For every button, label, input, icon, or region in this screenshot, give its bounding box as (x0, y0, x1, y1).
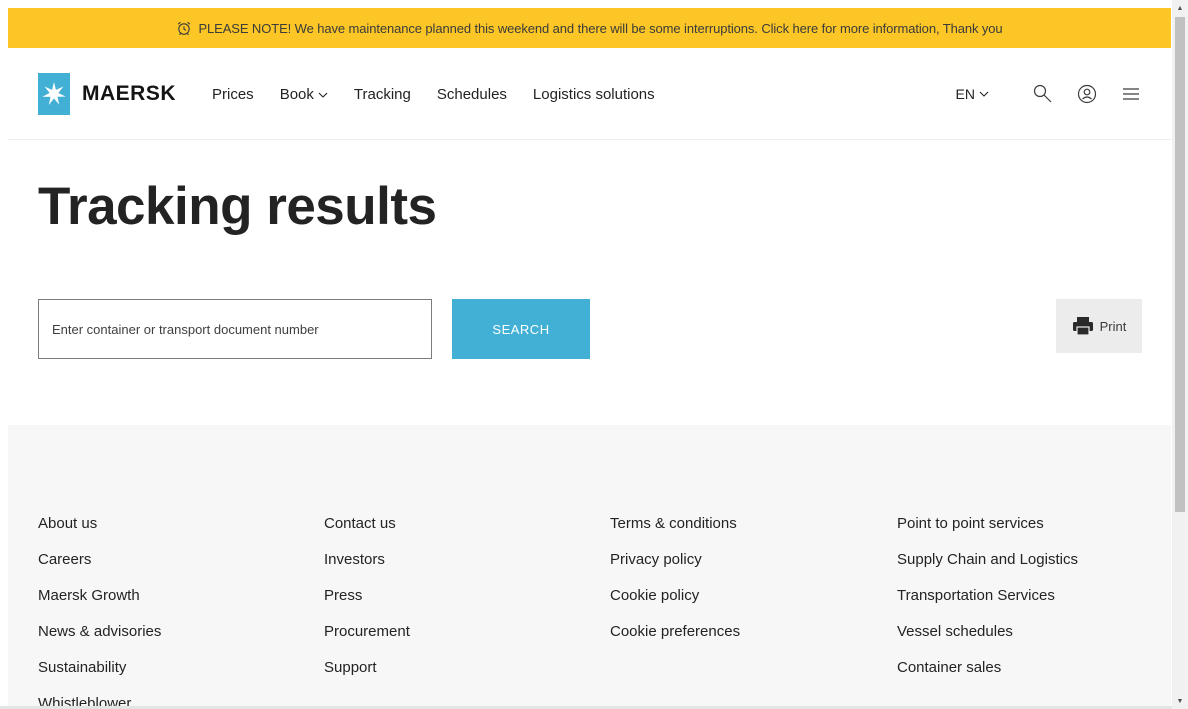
footer-link-maersk-growth[interactable]: Maersk Growth (38, 585, 161, 621)
footer-column-contact: Contact us Investors Press Procurement S… (324, 513, 410, 693)
scroll-down-arrow-icon[interactable]: ▼ (1172, 693, 1188, 709)
print-label: Print (1099, 318, 1127, 334)
footer-link-support[interactable]: Support (324, 657, 410, 693)
nav-schedules-label: Schedules (436, 86, 507, 103)
chevron-down-icon (979, 88, 989, 100)
language-selector[interactable]: EN (956, 86, 989, 102)
footer-link-procurement[interactable]: Procurement (324, 621, 410, 657)
footer-link-container-sales[interactable]: Container sales (897, 657, 1078, 693)
footer-link-careers[interactable]: Careers (38, 549, 161, 585)
chevron-down-icon (318, 89, 328, 101)
maintenance-banner[interactable]: PLEASE NOTE! We have maintenance planned… (8, 8, 1171, 48)
footer-link-investors[interactable]: Investors (324, 549, 410, 585)
footer-link-sustainability[interactable]: Sustainability (38, 657, 161, 693)
footer-link-privacy-policy[interactable]: Privacy policy (610, 549, 740, 585)
footer-link-cookie-policy[interactable]: Cookie policy (610, 585, 740, 621)
menu-icon[interactable] (1119, 82, 1143, 106)
footer-link-transportation[interactable]: Transportation Services (897, 585, 1078, 621)
language-label: EN (955, 86, 975, 102)
main-nav: Prices Book Tracking Schedules Logistics… (212, 86, 681, 103)
footer-link-supply-chain[interactable]: Supply Chain and Logistics (897, 549, 1078, 585)
user-icon[interactable] (1075, 82, 1099, 106)
page: PLEASE NOTE! We have maintenance planned… (0, 0, 1188, 709)
footer-link-terms-conditions[interactable]: Terms & conditions (610, 513, 740, 549)
nav-prices-label: Prices (212, 86, 254, 103)
site-footer: About us Careers Maersk Growth News & ad… (8, 425, 1171, 709)
footer-link-about-us[interactable]: About us (38, 513, 161, 549)
footer-link-news-advisories[interactable]: News & advisories (38, 621, 161, 657)
site-header: MAERSK Prices Book Tracking Schedules Lo… (8, 48, 1171, 140)
nav-tracking-label: Tracking (353, 86, 411, 103)
footer-link-point-to-point[interactable]: Point to point services (897, 513, 1078, 549)
nav-schedules[interactable]: Schedules (437, 86, 507, 103)
brand-name: MAERSK (82, 82, 177, 105)
footer-column-services: Point to point services Supply Chain and… (897, 513, 1078, 693)
maintenance-banner-text[interactable]: PLEASE NOTE! We have maintenance planned… (198, 21, 1002, 36)
maersk-logo[interactable]: MAERSK (38, 73, 176, 115)
scroll-up-arrow-icon[interactable]: ▲ (1172, 0, 1188, 16)
alarm-clock-icon (176, 20, 192, 36)
tracking-search-input[interactable] (38, 299, 432, 359)
nav-tracking[interactable]: Tracking (354, 86, 411, 103)
search-icon[interactable] (1031, 82, 1055, 106)
print-button[interactable]: Print (1056, 299, 1142, 353)
page-title: Tracking results (38, 177, 437, 236)
maersk-star-icon (38, 73, 70, 115)
scrollbar-thumb[interactable] (1175, 17, 1185, 512)
footer-link-press[interactable]: Press (324, 585, 410, 621)
footer-link-contact-us[interactable]: Contact us (324, 513, 410, 549)
footer-link-cookie-preferences[interactable]: Cookie preferences (610, 621, 740, 657)
header-actions: EN (956, 82, 1143, 106)
footer-column-company: About us Careers Maersk Growth News & ad… (38, 513, 161, 709)
search-button[interactable]: SEARCH (452, 299, 590, 359)
vertical-scrollbar[interactable]: ▲ ▼ (1172, 0, 1188, 709)
nav-logistics-solutions-label: Logistics solutions (532, 86, 655, 103)
nav-book-label: Book (279, 86, 314, 103)
nav-book[interactable]: Book (280, 86, 328, 103)
footer-link-vessel-schedules[interactable]: Vessel schedules (897, 621, 1078, 657)
printer-icon (1072, 316, 1094, 336)
nav-logistics-solutions[interactable]: Logistics solutions (533, 86, 655, 103)
footer-column-legal: Terms & conditions Privacy policy Cookie… (610, 513, 740, 657)
nav-prices[interactable]: Prices (212, 86, 254, 103)
